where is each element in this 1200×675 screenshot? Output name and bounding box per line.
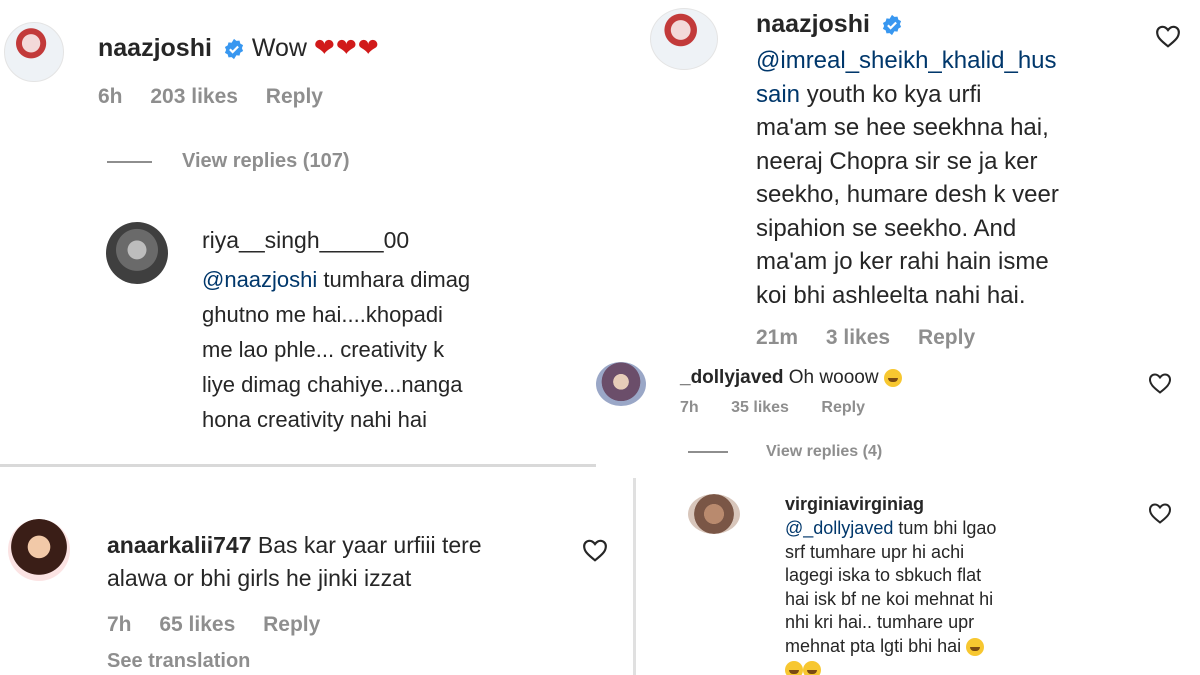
reply-button[interactable]: Reply — [821, 399, 865, 416]
comment-panel-top-left: naazjoshi Wow ❤❤❤ 6h 203 likes Reply Vie… — [0, 0, 590, 455]
comment-text: alawa or bhi girls he jinki izzat — [107, 565, 412, 591]
comment-text-line: seekho, humare desh k veer — [756, 181, 1059, 208]
comment-text-line: srf tumhare upr hi achi — [785, 541, 965, 562]
hearts-emoji: ❤❤❤ — [313, 34, 380, 62]
reply-text: @naazjoshi tumhara dimag ghutno me hai..… — [202, 262, 532, 437]
laughing-emoji-icon — [966, 637, 985, 656]
comment-text-line: youth ko kya urfi — [806, 80, 982, 108]
comment-text: Wow — [251, 34, 307, 62]
heart-outline-icon[interactable] — [582, 538, 608, 562]
comment-time: 6h — [98, 85, 123, 108]
username[interactable]: naazjoshi — [756, 10, 870, 38]
username[interactable]: naazjoshi — [98, 34, 212, 62]
username[interactable]: _dollyjaved — [680, 367, 784, 388]
comment-text-line: mehnat pta lgti bhi hai — [785, 635, 962, 656]
comment-text-line: neeraj Chopra sir se ja ker — [756, 147, 1038, 175]
mention-link[interactable]: @imreal_sheikh_khalid_hus — [756, 44, 1176, 78]
avatar[interactable] — [688, 494, 740, 534]
view-replies-label: View replies (4) — [766, 443, 883, 460]
verified-badge-icon — [882, 15, 901, 36]
laughing-emoji-icon — [803, 661, 821, 675]
comment-text: @_dollyjaved tum bhi lgao srf tumhare up… — [785, 517, 1145, 675]
comment-text: @imreal_sheikh_khalid_hus sain youth ko … — [756, 44, 1176, 312]
comment-text-line: nhi kri hai.. tumhare upr — [785, 612, 975, 632]
divider-line — [688, 451, 728, 453]
comment-time: 21m — [756, 326, 799, 349]
panel-divider-vertical — [633, 478, 636, 675]
comment-text-line: sipahion se seekho. And — [756, 214, 1017, 242]
reply-text-line: me lao phle... creativity k — [202, 337, 445, 362]
comment-text-line: koi bhi ashleelta nahi hai. — [756, 281, 1026, 309]
mention-link[interactable]: sain — [756, 81, 800, 108]
comment-text-line: ma'am se hee seekhna hai, — [756, 114, 1049, 141]
mention-link[interactable]: @_dollyjaved — [785, 518, 893, 538]
likes-count[interactable]: 203 likes — [150, 85, 238, 108]
avatar[interactable] — [596, 362, 646, 406]
comment-text-line: lagegi iska to sbkuch flat — [785, 565, 982, 585]
avatar[interactable] — [4, 22, 64, 82]
reply-text-line: liye dimag chahiye...nanga — [202, 372, 463, 397]
comment-text-line: ma'am jo ker rahi hain isme — [756, 248, 1049, 275]
comment-text: Oh wooow — [788, 367, 879, 388]
comment-text-line: hai isk bf ne koi mehnat hi — [785, 588, 994, 609]
comment-text-line: tum bhi lgao — [898, 518, 997, 538]
comment-panel-bottom-left: anaarkalii747 Bas kar yaar urfiii tere a… — [0, 478, 630, 675]
comment-panel-top-right: naazjoshi @imreal_sheikh_khalid_hus sain… — [596, 0, 1200, 470]
avatar[interactable] — [106, 222, 168, 284]
view-replies-button[interactable]: View replies (4) — [688, 443, 882, 461]
verified-badge-icon — [224, 39, 243, 60]
reply-button[interactable]: Reply — [266, 85, 323, 108]
comment-time: 7h — [680, 399, 699, 416]
laughing-emoji-icon — [785, 661, 803, 675]
likes-count[interactable]: 3 likes — [826, 326, 890, 349]
comment-time: 7h — [107, 613, 132, 636]
likes-count[interactable]: 65 likes — [159, 613, 235, 636]
comment-text: Bas kar yaar urfiii tere — [257, 532, 482, 558]
reply-text-line: ghutno me hai....khopadi — [202, 302, 443, 327]
username[interactable]: riya__singh_____00 — [202, 227, 409, 254]
comment-panel-bottom-right: virginiavirginiag @_dollyjaved tum bhi l… — [640, 478, 1200, 675]
heart-outline-icon[interactable] — [1148, 502, 1172, 524]
likes-count[interactable]: 35 likes — [731, 399, 789, 416]
view-replies-label: View replies (107) — [182, 150, 350, 172]
heart-outline-icon[interactable] — [1148, 372, 1172, 394]
username[interactable]: anaarkalii747 — [107, 532, 252, 558]
reply-text-line: tumhara dimag — [323, 267, 471, 292]
divider-line — [107, 160, 152, 163]
avatar[interactable] — [8, 519, 70, 581]
view-replies-button[interactable]: View replies (107) — [107, 150, 350, 173]
reply-button[interactable]: Reply — [918, 326, 975, 349]
mention-link[interactable]: @naazjoshi — [202, 267, 317, 292]
reply-button[interactable]: Reply — [263, 613, 320, 636]
smiling-emoji-icon — [883, 368, 902, 387]
reply-text-line: hona creativity nahi hai — [202, 407, 428, 432]
username[interactable]: virginiavirginiag — [785, 494, 924, 515]
see-translation-button[interactable]: See translation — [107, 650, 250, 673]
avatar[interactable] — [650, 8, 718, 70]
